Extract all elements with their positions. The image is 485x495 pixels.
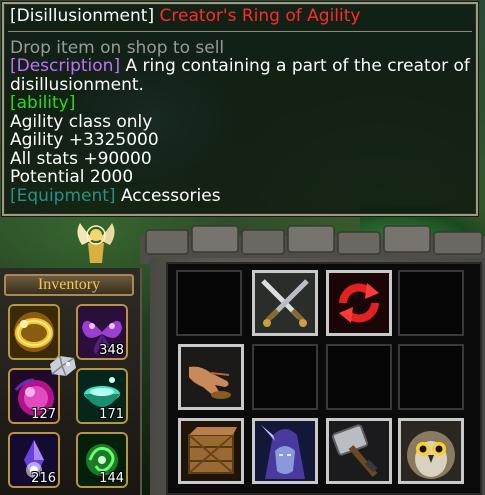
angel-ornament-icon <box>77 223 115 263</box>
inventory-slot[interactable]: 171 <box>76 368 128 424</box>
command-slot-empty <box>326 344 392 410</box>
command-button-cycle[interactable] <box>326 270 392 336</box>
stat-line: Potential 2000 <box>10 167 134 187</box>
gauntlet-cursor-icon <box>50 355 76 377</box>
command-button-attack[interactable] <box>252 270 318 336</box>
wooden-crate-icon <box>181 421 241 481</box>
war-hammer-icon <box>329 421 389 481</box>
inventory-slot[interactable]: 348 <box>76 304 128 360</box>
item-name: Creator's Ring of Agility <box>159 6 361 26</box>
equipment-line: [Equipment] Accessories <box>10 185 470 206</box>
stat-line: Agility class only <box>10 111 153 132</box>
inventory-slot[interactable]: 144 <box>76 432 128 488</box>
item-count: 144 <box>99 471 124 486</box>
command-slot-empty <box>398 344 464 410</box>
item-title: [Disillusionment] Creator's Ring of Agil… <box>10 7 470 26</box>
equipment-value: Accessories <box>120 185 221 206</box>
stat-line: All stats +90000 <box>10 148 152 169</box>
command-slot-empty <box>252 344 318 410</box>
command-slot-empty <box>176 270 242 336</box>
stat-line: Agility +3325000 <box>10 130 159 150</box>
tooltip-divider <box>8 30 472 32</box>
crossed-swords-icon <box>255 273 315 333</box>
equipment-tag: [Equipment] <box>10 185 116 206</box>
command-button-companion[interactable] <box>398 418 464 484</box>
command-button-hero[interactable] <box>252 418 318 484</box>
reaching-hand-icon <box>181 347 241 407</box>
ability-tag: [ability] <box>10 93 76 113</box>
item-count: 348 <box>99 343 124 358</box>
red-cycle-arrows-icon <box>329 273 389 333</box>
command-button-build[interactable] <box>326 418 392 484</box>
item-count: 216 <box>31 471 56 486</box>
hooded-elf-portrait-icon <box>255 421 315 481</box>
description-tag: [Description] <box>10 56 121 76</box>
sell-hint: Drop item on shop to sell <box>10 37 225 58</box>
command-slot-empty <box>398 270 464 336</box>
command-button-pickup[interactable] <box>178 344 244 410</box>
item-prefix: [Disillusionment] <box>10 6 155 26</box>
command-button-storage[interactable] <box>178 418 244 484</box>
inventory-title: Inventory <box>4 274 134 296</box>
owl-portrait-icon <box>401 421 461 481</box>
inventory-slot[interactable]: 216 <box>8 432 60 488</box>
item-description: [Description] A ring containing a part o… <box>10 57 470 94</box>
item-tooltip: [Disillusionment] Creator's Ring of Agil… <box>2 2 478 216</box>
item-count: 127 <box>31 407 56 422</box>
item-count: 171 <box>99 407 124 422</box>
